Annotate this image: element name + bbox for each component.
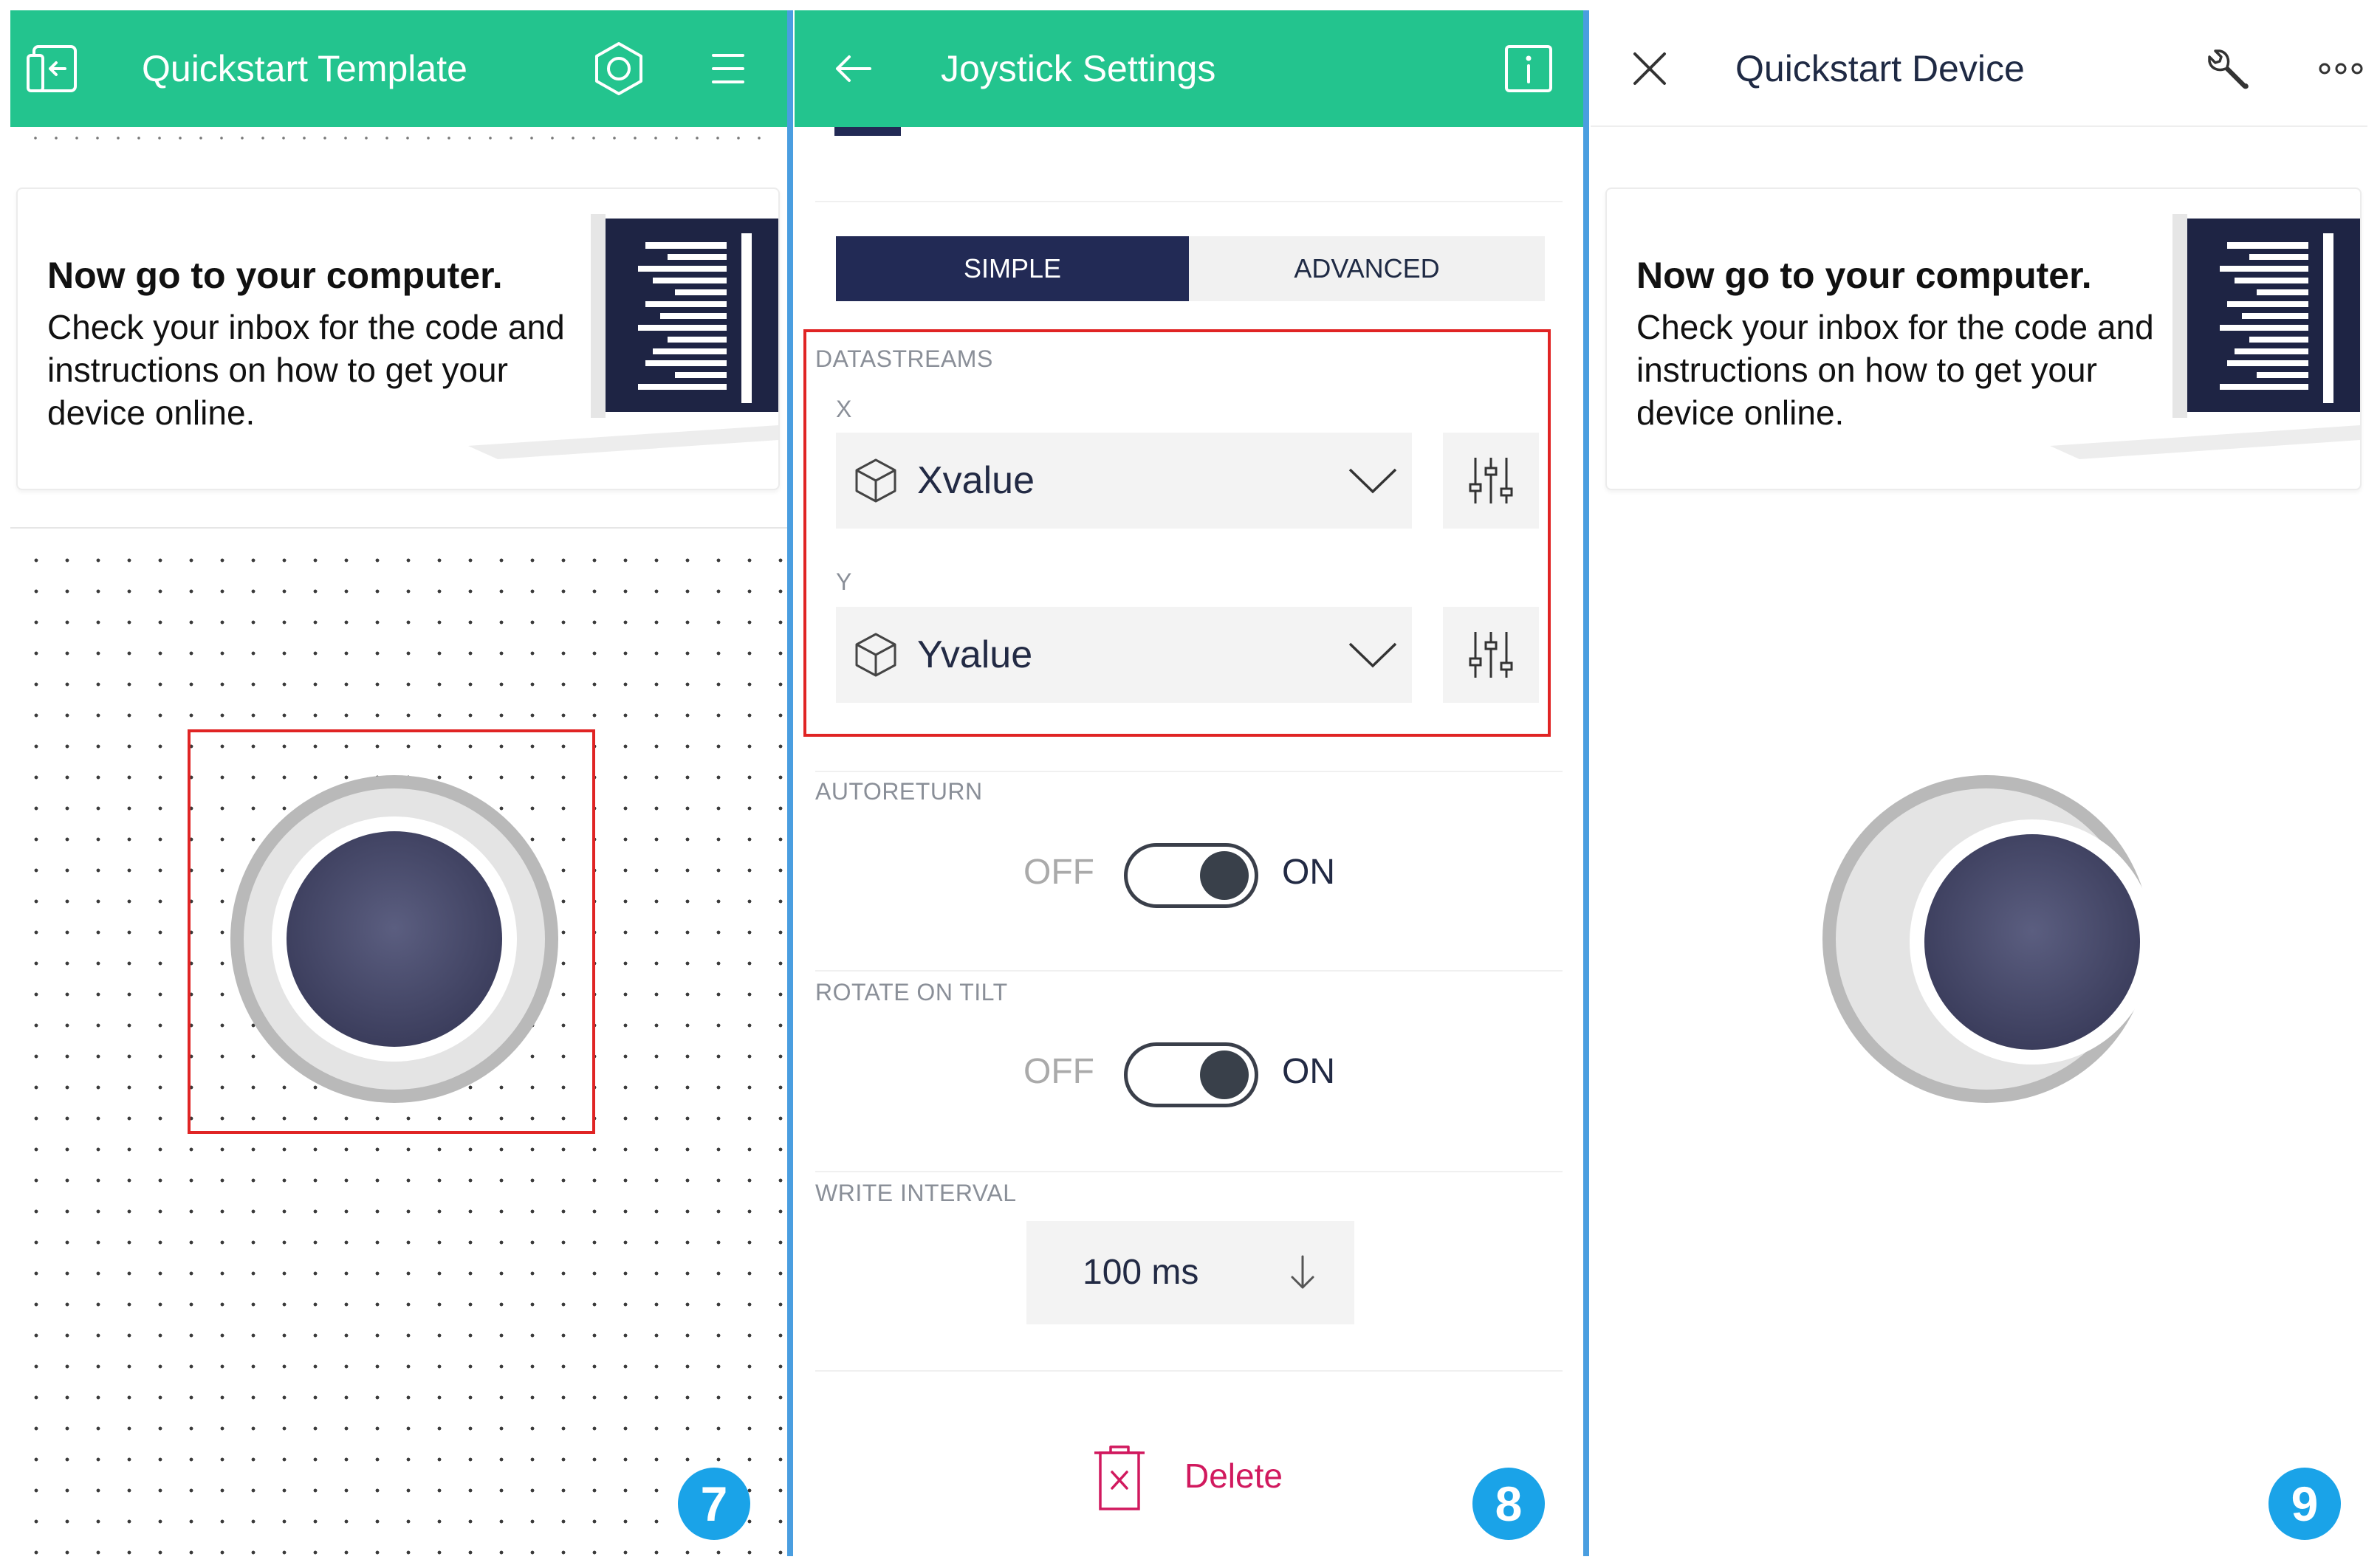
app-bar: Quickstart Device [1591, 10, 2367, 127]
toggle-knob [1200, 851, 1249, 900]
back-arrow-icon[interactable] [824, 39, 883, 98]
joystick-highlight [188, 729, 595, 1134]
toggle-on-label: ON [1282, 1052, 1335, 1091]
page-title: Quickstart Device [1735, 48, 2025, 89]
panel-joystick-settings: Joystick Settings SIMPLE ADVANCED DATAST… [795, 10, 1583, 1556]
canvas-border [10, 527, 787, 529]
separator [815, 201, 1563, 202]
panel-divider [1583, 10, 1589, 1556]
trash-icon [1094, 1445, 1145, 1510]
separator [815, 970, 1563, 972]
hamburger-menu-icon[interactable] [699, 39, 758, 98]
step-badge: 8 [1472, 1468, 1545, 1540]
separator [815, 771, 1563, 772]
page-title: Joystick Settings [941, 48, 1216, 89]
delete-label: Delete [1184, 1457, 1283, 1495]
panel-divider [787, 10, 793, 1556]
toggle-knob [1200, 1051, 1249, 1099]
autoreturn-row: OFF ON [795, 834, 1583, 908]
rotate-on-tilt-row: OFF ON [795, 1034, 1583, 1107]
app-bar: Quickstart Template [10, 10, 787, 127]
separator [815, 1370, 1563, 1372]
toggle-on-label: ON [1282, 853, 1335, 892]
write-interval-label: WRITE INTERVAL [815, 1180, 1017, 1206]
wrench-icon[interactable] [2201, 39, 2260, 98]
card-title: Now go to your computer. [47, 255, 503, 296]
rotate-on-tilt-label: ROTATE ON TILT [815, 979, 1008, 1005]
tab-advanced[interactable]: ADVANCED [1189, 236, 1545, 301]
autoreturn-toggle[interactable] [1124, 843, 1258, 908]
info-icon[interactable] [1499, 39, 1558, 98]
hexagon-nut-icon[interactable] [589, 39, 648, 98]
step-badge: 9 [2268, 1468, 2341, 1540]
laptop-illustration [2050, 214, 2360, 459]
panel-quickstart-template: Quickstart Template Now go to your compu… [10, 10, 787, 1556]
divider-dots [25, 136, 778, 140]
write-interval-select[interactable]: 100 ms [1026, 1221, 1354, 1324]
step-badge: 7 [678, 1468, 750, 1540]
close-icon[interactable] [1620, 39, 1679, 98]
card-title: Now go to your computer. [1636, 255, 2092, 296]
panel-quickstart-device: Quickstart Device Now go to your compute… [1591, 10, 2367, 1556]
app-bar: Joystick Settings [795, 10, 1583, 127]
info-card: Now go to your computer. Check your inbo… [1605, 188, 2362, 490]
more-dots-icon[interactable] [2311, 39, 2367, 98]
mode-segmented-control: SIMPLE ADVANCED [836, 236, 1545, 301]
arrow-down-icon [1291, 1255, 1314, 1289]
page-title: Quickstart Template [142, 48, 467, 89]
separator [815, 1171, 1563, 1172]
datastreams-highlight [803, 329, 1551, 737]
exit-door-icon[interactable] [25, 39, 84, 98]
write-interval-value: 100 ms [1083, 1253, 1199, 1292]
rotate-on-tilt-toggle[interactable] [1124, 1042, 1258, 1107]
info-card: Now go to your computer. Check your inbo… [16, 188, 780, 490]
autoreturn-label: AUTORETURN [815, 778, 983, 805]
laptop-illustration [468, 214, 778, 459]
tab-simple[interactable]: SIMPLE [836, 236, 1189, 301]
joystick-widget[interactable] [1817, 769, 2201, 1109]
toggle-off-label: OFF [1023, 1052, 1094, 1091]
scroll-remnant [834, 127, 901, 136]
toggle-off-label: OFF [1023, 853, 1094, 892]
